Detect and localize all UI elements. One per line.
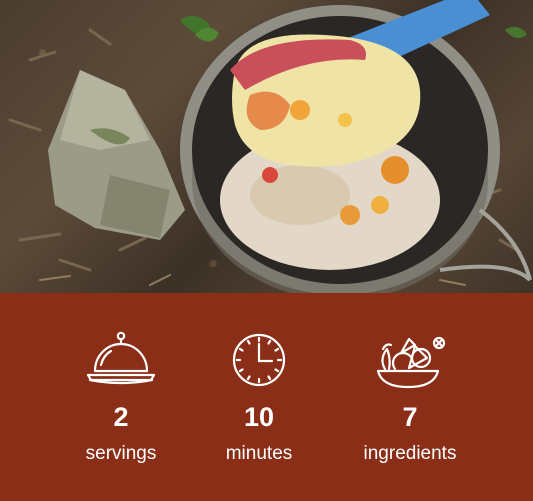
- food-photo: [0, 0, 533, 293]
- servings-label: servings: [85, 443, 157, 464]
- ingredients-label: ingredients: [363, 443, 457, 464]
- serving-cloche-icon: [46, 331, 196, 393]
- clock-icon: [184, 331, 334, 393]
- ingredients-value: 7: [402, 402, 418, 432]
- recipe-stats: 2 servings 10 minutes 7 ingredients: [0, 293, 533, 501]
- recipe-summary-card: 2 servings 10 minutes 7 ingredients: [0, 0, 533, 501]
- servings-value: 2: [113, 402, 129, 432]
- ingredients-bowl-icon: [335, 331, 485, 393]
- minutes-value: 10: [243, 402, 275, 432]
- rock: [48, 70, 185, 240]
- minutes-label: minutes: [225, 443, 293, 464]
- food-photo-illustration: [8, 0, 532, 293]
